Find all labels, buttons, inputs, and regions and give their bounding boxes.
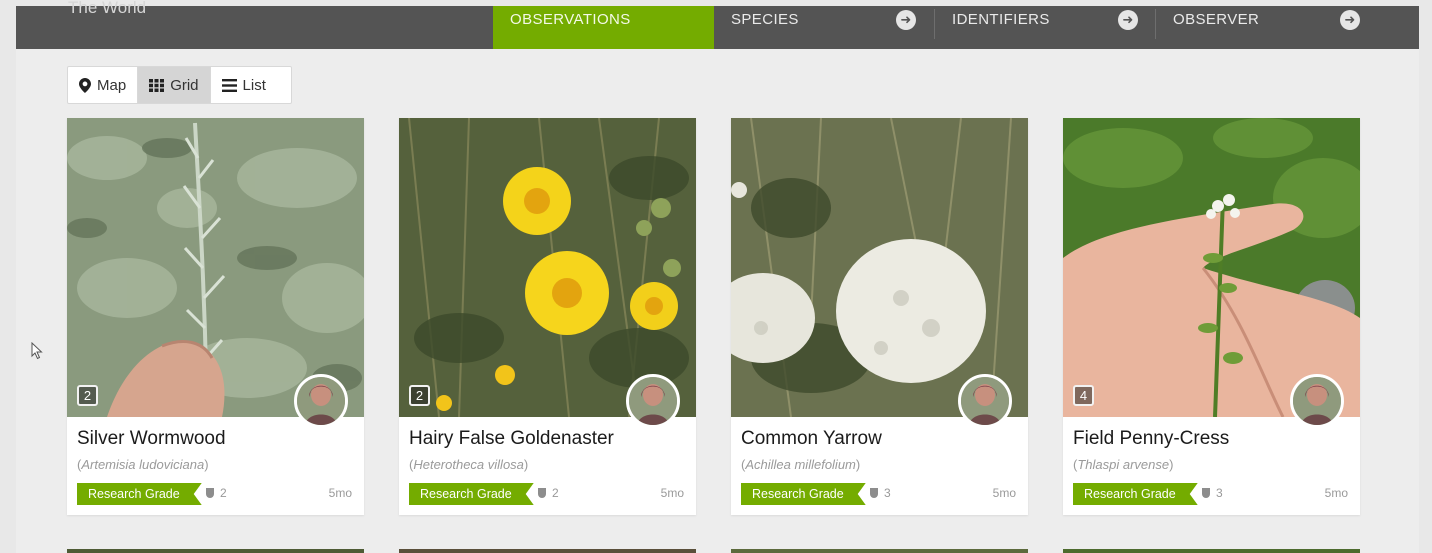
view-toggle: Map Grid List <box>67 66 292 104</box>
top-navigation-bar: The World OBSERVATIONS SPECIES ➜ IDENTIF… <box>16 0 1419 49</box>
observer-avatar[interactable] <box>294 374 348 428</box>
observation-age: 5mo <box>328 486 352 500</box>
tab-observations-label: OBSERVATIONS <box>510 11 631 28</box>
observer-avatar[interactable] <box>1290 374 1344 428</box>
place-name[interactable]: The World <box>68 0 146 18</box>
photo-count-badge: 2 <box>409 385 430 406</box>
arrow-right-icon[interactable]: ➜ <box>1340 10 1360 30</box>
identification-count: 2 <box>206 486 227 500</box>
mouse-cursor-icon <box>31 342 43 360</box>
observation-age: 5mo <box>992 486 1016 500</box>
tab-observations[interactable]: OBSERVATIONS <box>493 6 714 49</box>
grid-view-button[interactable]: Grid <box>137 67 210 103</box>
photo-count-badge: 2 <box>77 385 98 406</box>
observation-card[interactable]: 4 Field Penny-Cress (Thlaspi arvense) Re… <box>1063 118 1360 515</box>
scientific-name: (Artemisia ludoviciana) <box>77 457 209 472</box>
common-name[interactable]: Field Penny-Cress <box>1073 428 1229 450</box>
identification-shield-icon <box>206 488 214 498</box>
identification-shield-icon <box>1202 488 1210 498</box>
identification-shield-icon <box>538 488 546 498</box>
observation-photo[interactable] <box>399 118 696 417</box>
identification-count: 3 <box>870 486 891 500</box>
scientific-name: (Achillea millefolium) <box>741 457 861 472</box>
research-grade-badge: Research Grade <box>741 483 866 505</box>
observation-card[interactable]: 2 Silver Wormwood (Artemisia ludoviciana… <box>67 118 364 515</box>
photo-count-badge: 4 <box>1073 385 1094 406</box>
observation-photo[interactable] <box>67 118 364 417</box>
observer-avatar[interactable] <box>958 374 1012 428</box>
common-name[interactable]: Silver Wormwood <box>77 428 226 450</box>
observations-page: The World OBSERVATIONS SPECIES ➜ IDENTIF… <box>16 0 1419 553</box>
observation-card[interactable]: 2 Hairy False Goldenaster (Heterotheca v… <box>399 118 696 515</box>
observation-card-next-row[interactable] <box>731 549 1028 553</box>
list-icon <box>221 78 237 92</box>
tab-identifiers[interactable]: IDENTIFIERS ➜ <box>935 6 1156 49</box>
tab-observer[interactable]: OBSERVER ➜ <box>1156 6 1377 49</box>
common-name[interactable]: Common Yarrow <box>741 428 882 450</box>
grid-view-label: Grid <box>170 76 199 94</box>
tab-species-label: SPECIES <box>731 11 799 28</box>
tab-species[interactable]: SPECIES ➜ <box>714 6 935 49</box>
observation-photo[interactable] <box>1063 118 1360 417</box>
list-view-label: List <box>242 76 266 94</box>
observation-age: 5mo <box>660 486 684 500</box>
list-view-button[interactable]: List <box>209 67 277 103</box>
identification-shield-icon <box>870 488 878 498</box>
observation-photo[interactable] <box>731 118 1028 417</box>
scientific-name: (Thlaspi arvense) <box>1073 457 1174 472</box>
observer-avatar[interactable] <box>626 374 680 428</box>
research-grade-badge: Research Grade <box>409 483 534 505</box>
observation-card-next-row[interactable] <box>399 549 696 553</box>
grid-icon <box>149 78 165 92</box>
arrow-right-icon[interactable]: ➜ <box>896 10 916 30</box>
map-marker-icon <box>79 77 91 93</box>
observation-age: 5mo <box>1324 486 1348 500</box>
map-view-button[interactable]: Map <box>68 67 137 103</box>
common-name[interactable]: Hairy False Goldenaster <box>409 428 614 450</box>
identification-count: 3 <box>1202 486 1223 500</box>
observation-card[interactable]: Common Yarrow (Achillea millefolium) Res… <box>731 118 1028 515</box>
observation-card-next-row[interactable] <box>67 549 364 553</box>
tab-identifiers-label: IDENTIFIERS <box>952 11 1050 28</box>
research-grade-badge: Research Grade <box>77 483 202 505</box>
map-view-label: Map <box>97 76 127 94</box>
identification-count: 2 <box>538 486 559 500</box>
arrow-right-icon[interactable]: ➜ <box>1118 10 1138 30</box>
scientific-name: (Heterotheca villosa) <box>409 457 529 472</box>
research-grade-badge: Research Grade <box>1073 483 1198 505</box>
observation-card-next-row[interactable] <box>1063 549 1360 553</box>
tab-observer-label: OBSERVER <box>1173 11 1260 28</box>
